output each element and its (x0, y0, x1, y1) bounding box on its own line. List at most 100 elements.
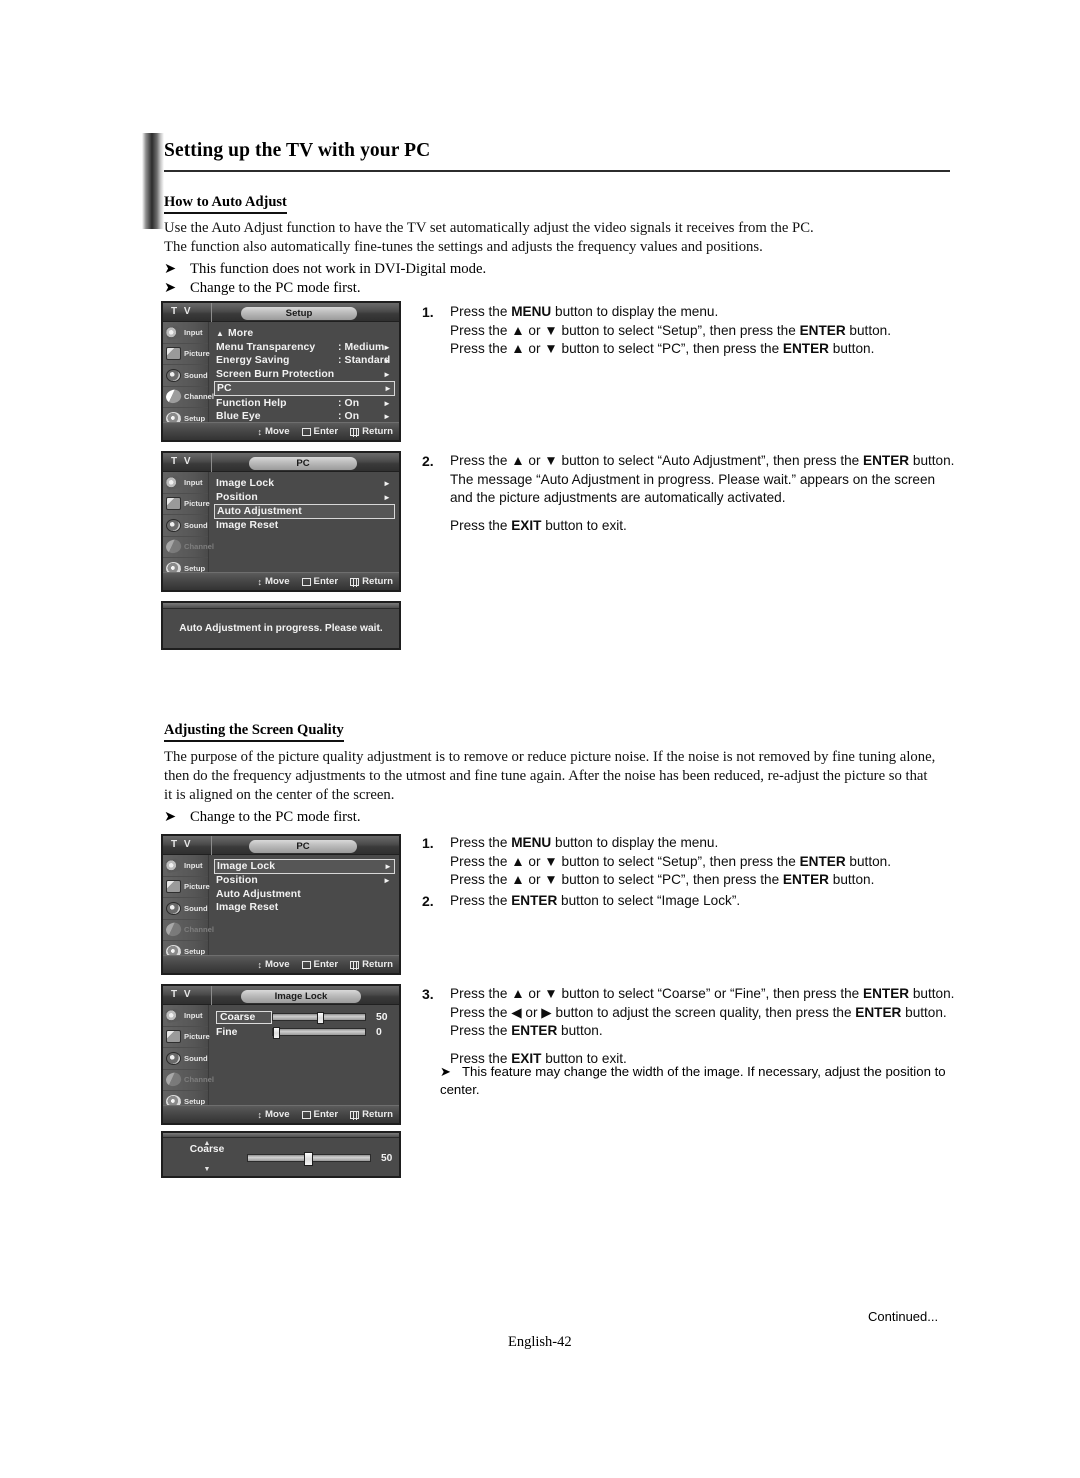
section-heading-screen-quality: Adjusting the Screen Quality (164, 722, 344, 742)
slider-label: Coarse (216, 1010, 272, 1024)
sound-icon (166, 368, 181, 382)
slider-track-coarse[interactable] (272, 1012, 366, 1024)
chevron-right-icon: ► (382, 342, 391, 352)
hint-move-label: Move (265, 576, 290, 587)
menu-row-image-lock[interactable]: Image Lock ► (214, 859, 395, 874)
hint-return-label: Return (362, 959, 393, 970)
sidebar-item-input[interactable]: Input (163, 472, 208, 494)
chevron-down-icon[interactable]: ▼ (177, 1166, 237, 1173)
chevron-right-icon: ► (382, 412, 391, 422)
sidebar-item-picture[interactable]: Picture (163, 1027, 210, 1048)
sidebar-item-channel[interactable]: Channel (163, 537, 214, 558)
menu-row-pc[interactable]: PC ► (214, 381, 395, 397)
sidebar-item-sound[interactable]: Sound (163, 515, 208, 537)
menu-row-label: Image Reset (216, 520, 279, 532)
sidebar-item-channel[interactable]: Channel (163, 920, 214, 941)
step-line: Press the ENTER button. (450, 1023, 603, 1039)
menu-row-auto-adjustment[interactable]: Auto Adjustment (216, 888, 393, 902)
channel-icon (163, 1070, 184, 1089)
section-heading-auto-adjust: How to Auto Adjust (164, 194, 287, 214)
menu-row-energy-saving[interactable]: Energy Saving : Standard ► (216, 354, 393, 368)
chevron-right-icon: ► (382, 492, 391, 502)
sidebar-item-picture[interactable]: Picture (163, 494, 210, 515)
slider-row-fine[interactable]: Fine 0 (216, 1025, 399, 1039)
menu-row-label: More (228, 328, 254, 340)
return-icon (350, 1110, 360, 1120)
input-icon (164, 857, 183, 874)
slider-knob-fine[interactable] (273, 1027, 280, 1039)
osd-title-pill: PC (249, 839, 357, 853)
hint-return: Return (350, 426, 393, 437)
menu-row-image-reset[interactable]: Image Reset (216, 519, 393, 533)
hint-return: Return (350, 1109, 393, 1120)
menu-row-image-reset[interactable]: Image Reset (216, 901, 393, 915)
auto-adjust-paragraph-line1: Use the Auto Adjust function to have the… (164, 220, 814, 236)
hint-move: ↕ Move (258, 576, 290, 587)
sound-icon (166, 1051, 181, 1065)
screen-quality-step-2: 2. Press the ENTER button to select “Ima… (422, 892, 992, 911)
sidebar-item-channel[interactable]: Channel (163, 387, 214, 408)
updown-arrow-icon: ↕ (257, 426, 263, 437)
hint-enter: Enter (301, 1109, 338, 1120)
menu-row-position[interactable]: Position ► (216, 491, 393, 505)
step-number: 1. (422, 835, 434, 851)
slider-knob-coarse[interactable] (317, 1012, 324, 1024)
sound-icon (166, 901, 181, 915)
screen-quality-bullet-0-text: Change to the PC mode first. (190, 809, 361, 825)
coarse-bar-track[interactable] (247, 1152, 371, 1166)
sidebar-item-sound[interactable]: Sound (163, 898, 208, 920)
chevron-right-icon: ► (383, 384, 392, 394)
menu-row-label: Position (216, 491, 258, 503)
osd-menu-list: ▲ More Menu Transparency : Medium ► Ener… (210, 322, 399, 422)
sidebar-item-sound[interactable]: Sound (163, 1048, 208, 1070)
step-line: Press the MENU button to display the men… (450, 835, 719, 850)
osd-footer-hints: ↕ Move Enter Return (163, 422, 399, 440)
input-icon (164, 324, 183, 341)
slider-value-fine: 0 (376, 1026, 382, 1038)
chevron-right-icon: ► (382, 370, 391, 380)
step-line: Press the ▲ or ▼ button to select “Setup… (450, 853, 891, 869)
step-line: Press the ENTER button to select “Image … (450, 893, 741, 908)
menu-row-label: Image Reset (216, 902, 279, 914)
picture-icon (166, 1030, 181, 1044)
title-divider (164, 170, 950, 172)
menu-row-auto-adjustment[interactable]: Auto Adjustment (214, 504, 395, 520)
step-line: Press the MENU button to display the men… (450, 304, 719, 319)
osd-title-pill: Setup (241, 306, 357, 320)
return-icon (350, 960, 360, 970)
menu-row-position[interactable]: Position ► (216, 874, 393, 888)
auto-adjust-bullet-1-text: Change to the PC mode first. (190, 280, 361, 296)
osd-title-bar: T V PC (163, 836, 399, 855)
menu-row-label: Auto Adjustment (216, 888, 301, 900)
return-icon (350, 577, 360, 587)
slider-track-fine[interactable] (272, 1027, 366, 1039)
menu-row-screen-burn-protection[interactable]: Screen Burn Protection ► (216, 368, 393, 382)
coarse-bar-inner: ▲ Coarse ▼ 50 (163, 1138, 399, 1178)
osd-coarse-adjust-bar: ▲ Coarse ▼ 50 (161, 1131, 401, 1178)
sidebar-item-label: Input (184, 1010, 203, 1020)
sidebar-item-sound[interactable]: Sound (163, 365, 208, 387)
hint-move-label: Move (265, 1109, 290, 1120)
coarse-bar-knob[interactable] (304, 1152, 313, 1166)
sidebar-item-picture[interactable]: Picture (163, 344, 210, 365)
enter-icon (301, 960, 311, 969)
menu-row-menu-transparency[interactable]: Menu Transparency : Medium ► (216, 341, 393, 355)
menu-row-more[interactable]: ▲ More (216, 327, 393, 341)
sidebar-item-input[interactable]: Input (163, 1005, 208, 1027)
menu-row-image-lock[interactable]: Image Lock ► (216, 477, 393, 491)
osd-title-bar: T V Image Lock (163, 986, 399, 1005)
menu-row-function-help[interactable]: Function Help : On ► (216, 396, 393, 410)
menu-row-label: Blue Eye (216, 411, 261, 423)
slider-row-coarse[interactable]: Coarse 50 (216, 1010, 399, 1024)
sidebar-item-picture[interactable]: Picture (163, 877, 210, 898)
slider-value-coarse: 50 (376, 1011, 388, 1023)
page-title: Setting up the TV with your PC (164, 140, 431, 161)
osd-footer-hints: ↕ Move Enter Return (163, 955, 399, 973)
auto-adjust-step-2: 2. Press the ▲ or ▼ button to select “Au… (422, 452, 992, 535)
sidebar-item-input[interactable]: Input (163, 855, 208, 877)
sidebar-item-label: Input (184, 860, 203, 870)
osd-image-lock-menu: T V Image Lock Input Picture Sound Chann… (161, 984, 401, 1125)
sidebar-item-input[interactable]: Input (163, 322, 208, 344)
step-number: 1. (422, 304, 434, 320)
sidebar-item-channel[interactable]: Channel (163, 1070, 214, 1091)
